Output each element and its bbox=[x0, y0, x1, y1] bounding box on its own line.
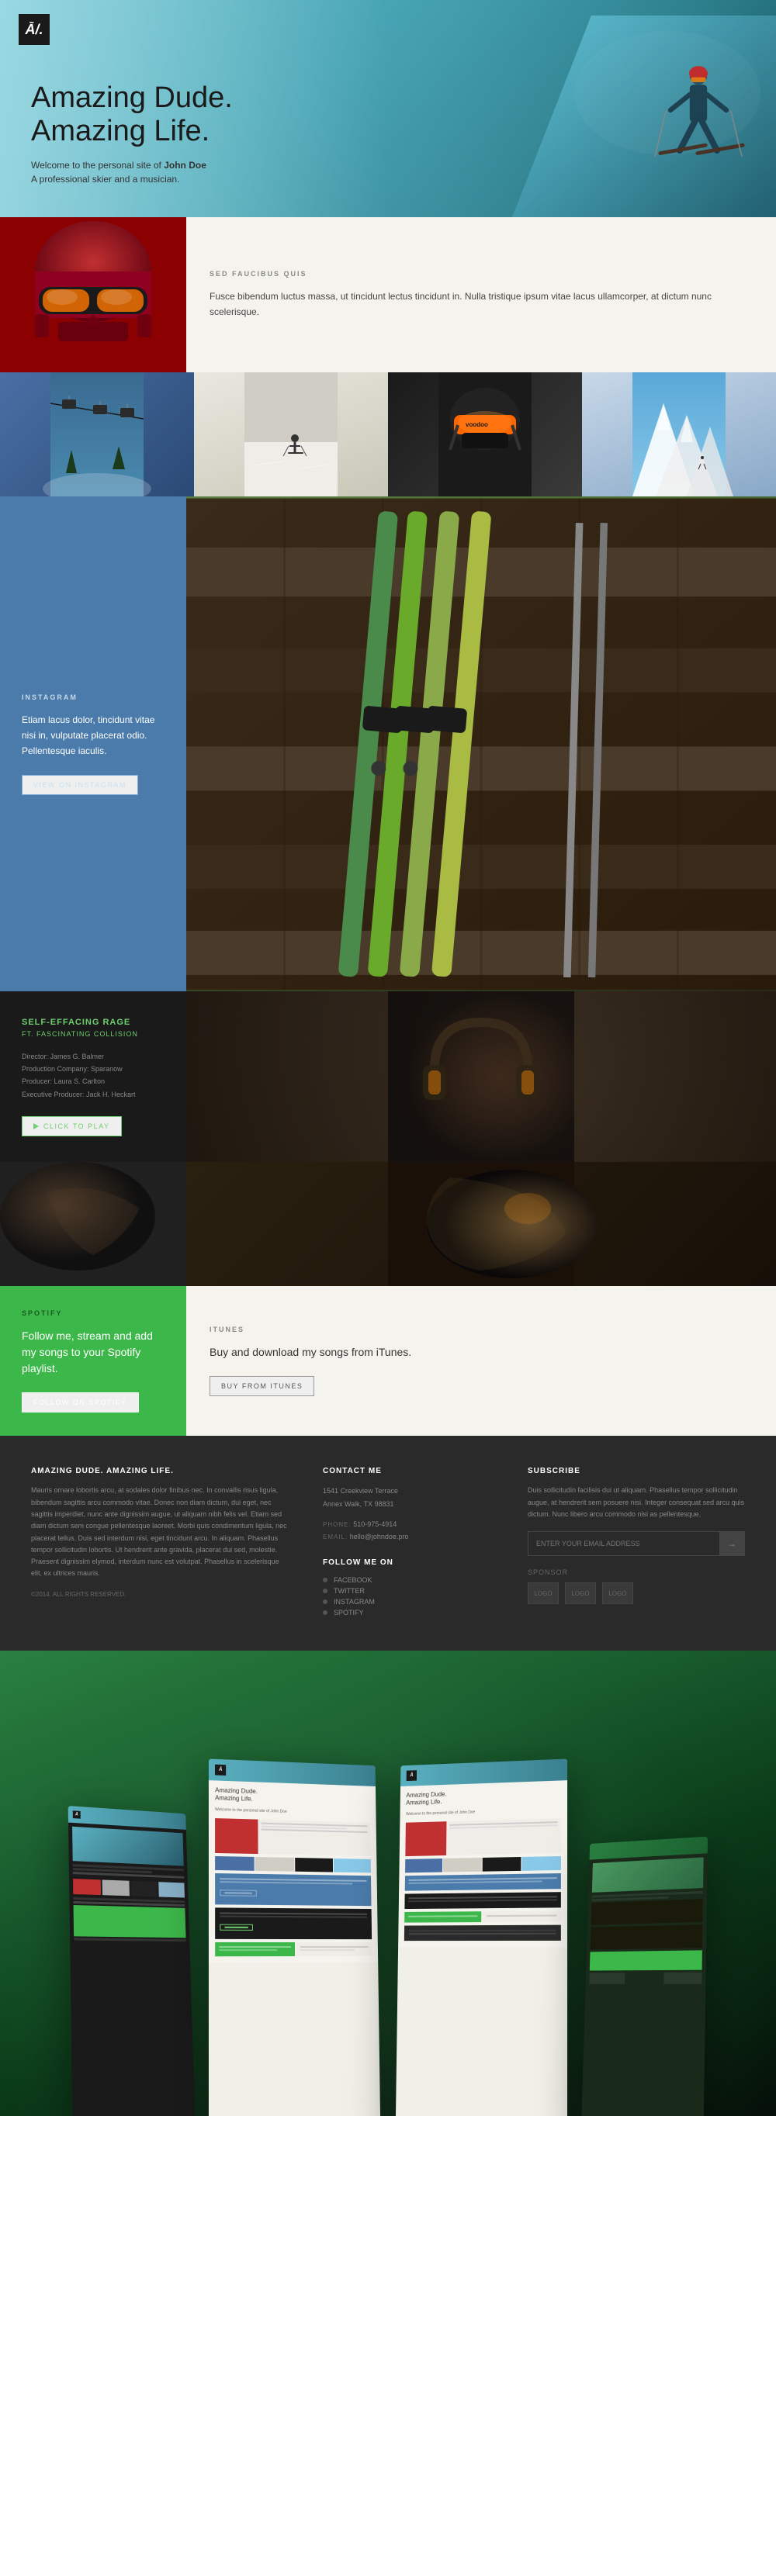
mountain-svg bbox=[582, 372, 776, 496]
social-link-label: TWITTER bbox=[334, 1587, 365, 1595]
logo[interactable]: Ā/. bbox=[19, 14, 50, 45]
social-link-twitter[interactable]: TWITTER bbox=[323, 1587, 497, 1595]
sponsor-logo: LOGO bbox=[528, 1582, 559, 1604]
sponsor-logos: LOGO LOGO LOGO bbox=[528, 1582, 745, 1604]
site-footer: AMAZING DUDE. AMAZING LIFE. Mauris ornar… bbox=[0, 1436, 776, 1651]
about-section-label: SED FAUCIBUS QUIS bbox=[210, 270, 753, 278]
music-title: SELF-EFFACING RAGE bbox=[22, 1018, 165, 1027]
photo-grid-4 bbox=[582, 372, 776, 496]
social-dot-icon bbox=[323, 1589, 327, 1593]
music-info: SELF-EFFACING RAGE FT. FASCINATING COLLI… bbox=[0, 991, 186, 1162]
itunes-body: Buy and download my songs from iTunes. bbox=[210, 1344, 753, 1361]
sponsor-logo: LOGO bbox=[602, 1582, 633, 1604]
spotify-button[interactable]: FOLLOW ON SPOTIFY bbox=[22, 1392, 139, 1412]
footer-contact-title: CONTACT ME bbox=[323, 1467, 497, 1475]
contact-address: 1541 Creekview Terrace Annex Walk, TX 98… bbox=[323, 1485, 497, 1509]
mockup-section: Ā bbox=[0, 1651, 776, 2116]
photo-grid-1 bbox=[0, 372, 194, 496]
instagram-photo bbox=[186, 496, 776, 991]
social-link-label: INSTAGRAM bbox=[334, 1598, 375, 1606]
about-photo bbox=[0, 217, 186, 372]
mockup-screen-left: Ā bbox=[68, 1806, 196, 2116]
ski-boots-svg: voodoo bbox=[388, 372, 582, 496]
mockup-screen-right bbox=[581, 1837, 708, 2116]
about-text: SED FAUCIBUS QUIS Fusce bibendum luctus … bbox=[186, 217, 776, 372]
footer-copyright: ©2014. ALL RIGHTS RESERVED. bbox=[31, 1591, 292, 1598]
footer-subscribe-title: SUBSCRIBE bbox=[528, 1467, 745, 1475]
dark-photo-2-svg bbox=[186, 1162, 776, 1286]
social-link-label: SPOTIFY bbox=[334, 1609, 364, 1616]
music-photo-main bbox=[186, 991, 776, 1162]
logo-text: Ā/. bbox=[25, 22, 43, 38]
mockup-screens: Ā bbox=[39, 1697, 737, 2116]
instagram-button[interactable]: VIEW ON INSTAGRAM bbox=[22, 775, 138, 795]
footer-brand-body: Mauris ornare lobortis arcu, at sodales … bbox=[31, 1485, 292, 1579]
ski-lift-svg bbox=[0, 372, 194, 496]
music-credits: Director: James G. Balmer Production Com… bbox=[22, 1050, 165, 1101]
social-link-facebook[interactable]: FACEBOOK bbox=[323, 1576, 497, 1584]
social-links: FACEBOOK TWITTER INSTAGRAM SPOTIFY bbox=[323, 1576, 497, 1616]
header-content: Amazing Dude. Amazing Life. Welcome to t… bbox=[31, 81, 233, 186]
photo-grid-2 bbox=[194, 372, 388, 496]
ski-rack-svg bbox=[186, 496, 776, 991]
spotify-section: SPOTIFY Follow me, stream and add my son… bbox=[0, 1286, 186, 1436]
footer-subscribe-body: Duis sollicitudin facilisis dui ut aliqu… bbox=[528, 1485, 745, 1520]
dark-photo-1-svg bbox=[0, 1162, 186, 1286]
footer-social-title: FOLLOW ME ON bbox=[323, 1558, 497, 1567]
social-dot-icon bbox=[323, 1599, 327, 1604]
svg-text:voodoo: voodoo bbox=[466, 421, 488, 428]
footer-brand-title: AMAZING DUDE. AMAZING LIFE. bbox=[31, 1467, 292, 1475]
social-link-spotify[interactable]: SPOTIFY bbox=[323, 1609, 497, 1616]
itunes-label: ITUNES bbox=[210, 1326, 753, 1333]
subscribe-input[interactable] bbox=[528, 1532, 719, 1555]
instagram-section: INSTAGRAM Etiam lacus dolor, tincidunt v… bbox=[0, 496, 776, 991]
itunes-section: ITUNES Buy and download my songs from iT… bbox=[186, 1286, 776, 1436]
mockup-screen-center-right: Ā Amazing Dude.Amazing Life. Welcome to … bbox=[396, 1759, 567, 2117]
header-subtitle: Welcome to the personal site of John Doe… bbox=[31, 158, 233, 186]
music-photo-row bbox=[0, 1162, 776, 1286]
music-section: SELF-EFFACING RAGE FT. FASCINATING COLLI… bbox=[0, 991, 776, 1162]
footer-contact-col: CONTACT ME 1541 Creekview Terrace Annex … bbox=[323, 1467, 497, 1620]
spotify-body: Follow me, stream and add my songs to yo… bbox=[22, 1328, 165, 1377]
contact-email: Email: hello@johndoe.pro bbox=[323, 1530, 497, 1543]
instagram-label: INSTAGRAM bbox=[22, 693, 165, 701]
music-subtitle: FT. FASCINATING COLLISION bbox=[22, 1030, 165, 1038]
mockup-screen-center-left: Ā Amazing Dude.Amazing Life. Welcome to … bbox=[209, 1759, 380, 2117]
footer-subscribe-col: SUBSCRIBE Duis sollicitudin facilisis du… bbox=[528, 1467, 745, 1620]
streaming-section: SPOTIFY Follow me, stream and add my son… bbox=[0, 1286, 776, 1436]
subscribe-button[interactable]: → bbox=[719, 1532, 744, 1555]
about-section: SED FAUCIBUS QUIS Fusce bibendum luctus … bbox=[0, 217, 776, 372]
helmet-svg bbox=[0, 217, 186, 372]
spotify-label: SPOTIFY bbox=[22, 1309, 165, 1317]
skier-distance-svg bbox=[194, 372, 388, 496]
sponsor-logo: LOGO bbox=[565, 1582, 596, 1604]
social-dot-icon bbox=[323, 1578, 327, 1582]
footer-brand-col: AMAZING DUDE. AMAZING LIFE. Mauris ornar… bbox=[31, 1467, 292, 1620]
header-title: Amazing Dude. Amazing Life. bbox=[31, 81, 233, 149]
photo-grid-3: voodoo bbox=[388, 372, 582, 496]
itunes-button[interactable]: BUY FROM ITUNES bbox=[210, 1376, 314, 1396]
about-body: Fusce bibendum luctus massa, ut tincidun… bbox=[210, 289, 753, 320]
social-link-label: FACEBOOK bbox=[334, 1576, 372, 1584]
site-header: Ā/. MENU bbox=[0, 0, 776, 217]
social-dot-icon bbox=[323, 1610, 327, 1615]
instagram-text: INSTAGRAM Etiam lacus dolor, tincidunt v… bbox=[0, 496, 186, 991]
social-link-instagram[interactable]: INSTAGRAM bbox=[323, 1598, 497, 1606]
sponsor-label: SPONSOR bbox=[528, 1568, 745, 1576]
music-photo-left bbox=[0, 1162, 186, 1286]
play-triangle-icon bbox=[33, 1123, 39, 1129]
subscribe-input-row: → bbox=[528, 1531, 745, 1556]
music-photo-right bbox=[186, 1162, 776, 1286]
play-button[interactable]: CLICK TO PLAY bbox=[22, 1116, 122, 1136]
instagram-body: Etiam lacus dolor, tincidunt vitae nisi … bbox=[22, 712, 165, 759]
headphones-svg bbox=[186, 991, 776, 1162]
photo-grid: voodoo bbox=[0, 372, 776, 496]
contact-phone: Phone: 510-975-4914 bbox=[323, 1518, 497, 1530]
